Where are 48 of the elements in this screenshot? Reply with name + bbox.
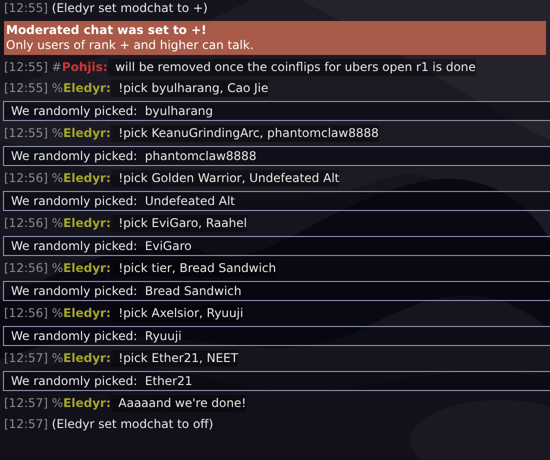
chat-message: !pick Axelsior, Ryuuji xyxy=(110,305,244,322)
timestamp: [12:55] xyxy=(4,0,48,17)
username[interactable]: Eledyr: xyxy=(63,215,111,232)
pick-result: We randomly picked: EviGaro xyxy=(3,236,550,256)
chat-message: will be removed once the coinflips for ubers open r1 is done xyxy=(108,59,476,76)
rank-symbol: % xyxy=(50,305,64,322)
chat-message: !pick tier, Bread Sandwich xyxy=(110,260,276,277)
username[interactable]: Eledyr: xyxy=(63,350,111,367)
timestamp: [12:55] xyxy=(4,125,48,142)
rank-symbol: % xyxy=(50,170,64,187)
rank-symbol: # xyxy=(50,59,62,76)
chat-message: !pick KeanuGrindingArc, phantomclaw8888 xyxy=(110,125,379,142)
timestamp: [12:55] xyxy=(4,59,48,76)
username[interactable]: Eledyr: xyxy=(63,395,111,412)
chat-message: !pick byulharang, Cao Jie xyxy=(110,80,268,97)
pick-result: We randomly picked: Ryuuji xyxy=(3,326,550,346)
chat-message: !pick Ether21, NEET xyxy=(110,350,238,367)
timestamp: [12:57] xyxy=(4,416,48,433)
pick-result: We randomly picked: phantomclaw8888 xyxy=(3,146,550,166)
timestamp: [12:57] xyxy=(4,395,48,412)
username[interactable]: Eledyr: xyxy=(63,260,111,277)
pick-result: We randomly picked: Ether21 xyxy=(3,371,550,391)
chat-message: Aaaaand we're done! xyxy=(110,395,246,412)
timestamp: [12:56] xyxy=(4,215,48,232)
timestamp: [12:56] xyxy=(4,305,48,322)
banner-title: Moderated chat was set to +! xyxy=(6,23,208,38)
timestamp: [12:57] xyxy=(4,350,48,367)
chat-message: !pick EviGaro, Raahel xyxy=(110,215,247,232)
timestamp: [12:56] xyxy=(4,170,48,187)
rank-symbol: % xyxy=(50,215,64,232)
rank-symbol: % xyxy=(50,350,64,367)
timestamp: [12:56] xyxy=(4,260,48,277)
pick-result: We randomly picked: byulharang xyxy=(3,101,550,121)
username[interactable]: Eledyr: xyxy=(63,305,111,322)
username[interactable]: Eledyr: xyxy=(63,170,111,187)
system-message: (Eledyr set modchat to off) xyxy=(50,416,214,433)
system-message: (Eledyr set modchat to +) xyxy=(50,0,208,17)
username[interactable]: Eledyr: xyxy=(63,125,111,142)
rank-symbol: % xyxy=(50,395,64,412)
rank-symbol: % xyxy=(50,125,64,142)
rank-symbol: % xyxy=(50,80,64,97)
pick-result: We randomly picked: Bread Sandwich xyxy=(3,281,550,301)
timestamp: [12:55] xyxy=(4,80,48,97)
rank-symbol: % xyxy=(50,260,64,277)
chat-message: !pick Golden Warrior, Undefeated Alt xyxy=(110,170,340,187)
username[interactable]: Eledyr: xyxy=(63,80,111,97)
banner-text: Only users of rank + and higher can talk. xyxy=(6,38,255,53)
pick-result: We randomly picked: Undefeated Alt xyxy=(3,191,550,211)
